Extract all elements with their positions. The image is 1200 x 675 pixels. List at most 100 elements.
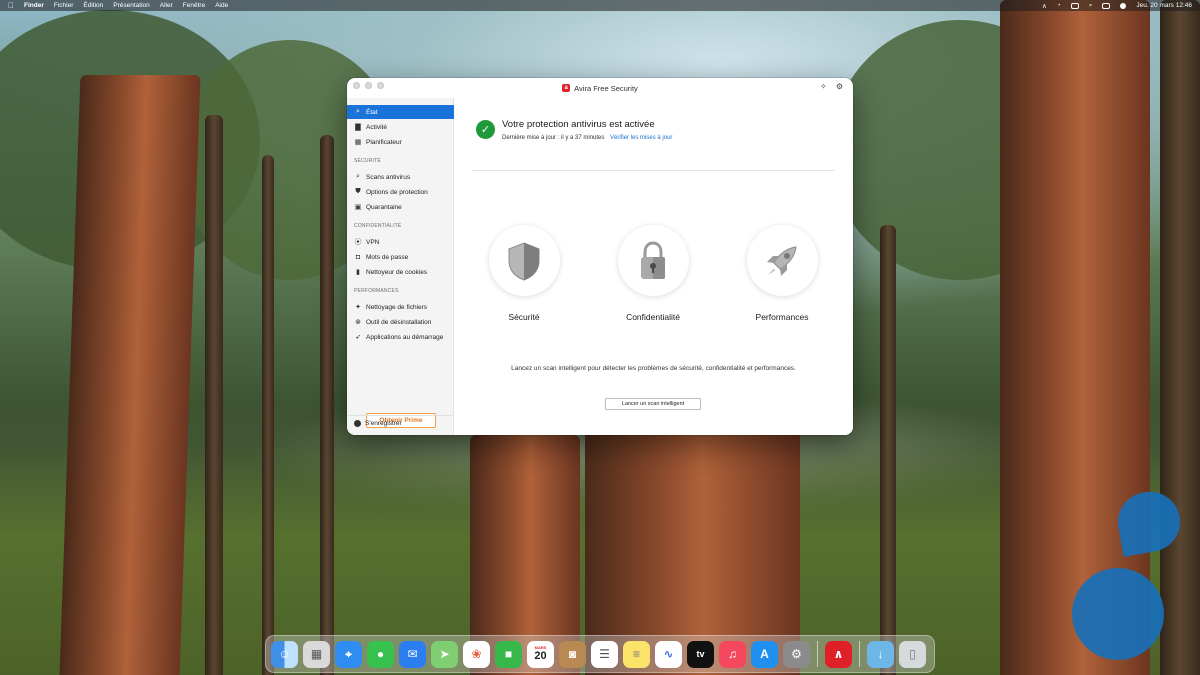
wallpaper-trunk xyxy=(262,155,274,675)
sidebar-item-label: Outil de désinstallation xyxy=(366,318,432,326)
minimize-window-button[interactable] xyxy=(365,82,372,89)
safari-icon[interactable]: ⌖ xyxy=(335,640,362,668)
trash-icon: ▮ xyxy=(356,269,360,276)
menu-view[interactable]: Présentation xyxy=(113,2,150,9)
feature-security[interactable]: Sécurité xyxy=(474,225,574,322)
sidebar-item-status[interactable]: ⌕ État xyxy=(347,105,454,119)
feature-label: Confidentialité xyxy=(626,312,680,322)
sidebar-item-antivirus-scans[interactable]: ⌕ Scans antivirus xyxy=(347,170,454,184)
security-circle[interactable] xyxy=(488,225,560,296)
quarantine-icon: ▣ xyxy=(354,204,362,211)
calendar-day: 20 xyxy=(534,650,547,662)
sidebar-item-passwords[interactable]: ◘ Mots de passe xyxy=(347,250,454,264)
downloads-folder-icon[interactable]: ↓ xyxy=(867,640,894,668)
sidebar-section-security: SÉCURITÉ xyxy=(354,158,381,164)
gear-icon[interactable]: ⚙ xyxy=(836,82,843,91)
music-icon[interactable]: ♫ xyxy=(719,640,746,668)
tv-icon[interactable]: tv xyxy=(687,640,714,668)
wallpaper-trunk xyxy=(1160,0,1200,675)
contacts-icon[interactable]: ◙ xyxy=(559,640,586,668)
window-titlebar[interactable]: a Avira Free Security ✧ ⚙ xyxy=(347,78,853,98)
apple-menu-icon[interactable]:  xyxy=(8,1,14,10)
trash-icon[interactable]: ▯ xyxy=(899,640,926,668)
messages-icon[interactable]: ● xyxy=(367,640,394,668)
dock-separator xyxy=(859,641,860,667)
system-settings-icon[interactable]: ⚙ xyxy=(783,640,810,668)
sidebar-item-activity[interactable]: ▇ Activité xyxy=(347,120,454,134)
avira-icon[interactable]: ∧ xyxy=(825,640,852,668)
sidebar-item-file-cleanup[interactable]: ✦ Nettoyage de fichiers xyxy=(347,300,454,314)
uninstall-icon: ⊗ xyxy=(355,319,361,326)
menu-status-area: ∧ ◔ ⌕ Jeu. 20 mars 12:46 xyxy=(1042,2,1192,10)
sidebar-item-quarantine[interactable]: ▣ Quarantaine xyxy=(347,200,454,214)
privacy-circle[interactable] xyxy=(617,225,689,296)
sidebar-item-label: Applications au démarrage xyxy=(366,333,444,341)
sidebar-item-cookie-cleaner[interactable]: ▮ Nettoyeur de cookies xyxy=(347,265,454,279)
sidebar-item-label: Planificateur xyxy=(366,138,402,146)
menu-bar:  Finder Fichier Édition Présentation Al… xyxy=(0,0,1200,11)
magnifier-icon: ⌕ xyxy=(356,108,360,115)
siri-icon[interactable] xyxy=(1120,2,1127,9)
wallpaper-trunk xyxy=(59,75,201,675)
register-link[interactable]: S'enregistrer xyxy=(354,420,402,427)
smart-scan-button[interactable]: Lancer un scan intelligent xyxy=(605,398,701,410)
performance-circle[interactable] xyxy=(746,225,818,296)
sidebar-item-startup-apps[interactable]: ➶ Applications au démarrage xyxy=(347,330,454,344)
avira-logo-icon: a xyxy=(562,84,571,92)
rocket-icon: ➶ xyxy=(355,334,361,341)
menu-go[interactable]: Aller xyxy=(160,2,173,9)
finder-icon[interactable]: ☺ xyxy=(271,640,298,668)
battery-icon[interactable] xyxy=(1070,2,1079,9)
calendar-icon[interactable]: MARS 20 xyxy=(527,640,554,668)
status-title: Votre protection antivirus est activée xyxy=(502,119,655,130)
facetime-icon[interactable]: ■ xyxy=(495,640,522,668)
zoom-window-button[interactable] xyxy=(377,82,384,89)
menu-app-name[interactable]: Finder xyxy=(24,2,44,9)
sidebar-item-label: Nettoyeur de cookies xyxy=(366,268,428,276)
app-store-icon[interactable]: A xyxy=(751,640,778,668)
wifi-icon[interactable]: ◔ xyxy=(1057,2,1061,9)
feature-label: Sécurité xyxy=(508,312,540,322)
lock-icon: ◘ xyxy=(355,253,361,261)
feature-privacy[interactable]: Confidentialité xyxy=(603,225,703,322)
sidebar-item-label: Activité xyxy=(366,123,387,131)
sidebar-item-protection-options[interactable]: ⛊ Options de protection xyxy=(347,185,454,199)
reminders-icon[interactable]: ☰ xyxy=(591,640,618,668)
photos-icon[interactable]: ❀ xyxy=(463,640,490,668)
sidebar: ⌕ État ▇ Activité ▦ Planificateur SÉCURI… xyxy=(347,98,454,435)
shield-icon xyxy=(508,241,540,281)
vpn-icon: ⦿ xyxy=(354,239,362,246)
menu-file[interactable]: Fichier xyxy=(54,2,74,9)
calendar-icon: ▦ xyxy=(354,139,362,146)
register-label: S'enregistrer xyxy=(365,420,402,427)
wallpaper-trunk xyxy=(205,115,223,675)
menu-edit[interactable]: Édition xyxy=(83,2,103,9)
maps-icon[interactable]: ➤ xyxy=(431,640,458,668)
main-divider xyxy=(472,170,835,171)
close-window-button[interactable] xyxy=(353,82,360,89)
sidebar-item-label: Nettoyage de fichiers xyxy=(366,303,428,311)
padlock-icon xyxy=(641,240,665,279)
control-center-icon[interactable] xyxy=(1102,2,1111,9)
freeform-icon[interactable]: ∿ xyxy=(655,640,682,668)
check-updates-link[interactable]: Vérifier les mises à jour xyxy=(610,135,672,141)
mail-icon[interactable]: ✉ xyxy=(399,640,426,668)
watermark-shape xyxy=(1072,568,1164,660)
wallpaper-trunk xyxy=(880,225,896,675)
menu-help[interactable]: Aide xyxy=(215,2,228,9)
menu-clock[interactable]: Jeu. 20 mars 12:46 xyxy=(1136,2,1192,9)
sidebar-item-vpn[interactable]: ⦿ VPN xyxy=(347,235,454,249)
magnifier-icon: ⌕ xyxy=(356,173,360,180)
menu-window[interactable]: Fenêtre xyxy=(183,2,205,9)
notifications-icon[interactable]: ✧ xyxy=(820,82,827,91)
feature-performance[interactable]: Performances xyxy=(732,225,832,322)
notes-icon[interactable]: ≡ xyxy=(623,640,650,668)
launchpad-icon[interactable]: ▦ xyxy=(303,640,330,668)
dock: ☺ ▦ ⌖ ● ✉ ➤ ❀ ■ MARS 20 ◙ ☰ ≡ ∿ tv ♫ A ⚙… xyxy=(265,635,935,673)
spotlight-icon[interactable]: ⌕ xyxy=(1089,2,1093,10)
sidebar-item-label: Options de protection xyxy=(366,188,428,196)
sidebar-item-scheduler[interactable]: ▦ Planificateur xyxy=(347,135,454,149)
status-subtitle: Dernière mise à jour : il y a 37 minutes… xyxy=(502,135,672,141)
sidebar-item-uninstaller[interactable]: ⊗ Outil de désinstallation xyxy=(347,315,454,329)
avira-status-icon[interactable]: ∧ xyxy=(1042,2,1047,10)
